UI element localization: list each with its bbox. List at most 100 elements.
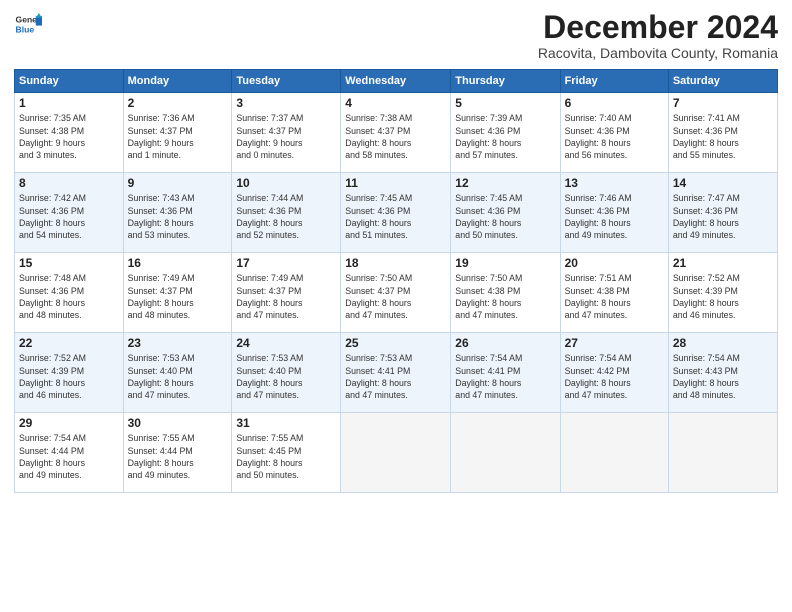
calendar-cell: 11 Sunrise: 7:45 AMSunset: 4:36 PMDayligh…: [341, 173, 451, 253]
day-info: Sunrise: 7:37 AMSunset: 4:37 PMDaylight:…: [236, 112, 336, 161]
calendar-cell: [451, 413, 560, 493]
calendar-cell: 4Sunrise: 7:38 AMSunset: 4:37 PMDaylight…: [341, 93, 451, 173]
day-number: 30: [128, 416, 228, 430]
day-number: 11: [345, 176, 446, 190]
day-number: 9: [128, 176, 228, 190]
calendar-body: 1 Sunrise: 7:35 AMSunset: 4:38 PMDaylight…: [15, 93, 778, 493]
calendar-cell: 13 Sunrise: 7:46 AMSunset: 4:36 PMDayligh…: [560, 173, 668, 253]
calendar-cell: 22 Sunrise: 7:52 AMSunset: 4:39 PMDayligh…: [15, 333, 124, 413]
day-number: 29: [19, 416, 119, 430]
calendar-table: Sunday Monday Tuesday Wednesday Thursday…: [14, 69, 778, 493]
calendar-row: 22 Sunrise: 7:52 AMSunset: 4:39 PMDayligh…: [15, 333, 778, 413]
day-info: Sunrise: 7:36 AMSunset: 4:37 PMDaylight:…: [128, 112, 228, 161]
calendar-header-row: Sunday Monday Tuesday Wednesday Thursday…: [15, 70, 778, 93]
day-number: 16: [128, 256, 228, 270]
day-number: 19: [455, 256, 555, 270]
day-info: Sunrise: 7:54 AMSunset: 4:41 PMDaylight:…: [455, 352, 555, 401]
calendar-cell: 3Sunrise: 7:37 AMSunset: 4:37 PMDaylight…: [232, 93, 341, 173]
day-info: Sunrise: 7:52 AMSunset: 4:39 PMDaylight:…: [19, 352, 119, 401]
day-number: 26: [455, 336, 555, 350]
logo-icon: General Blue: [14, 10, 42, 38]
col-thursday: Thursday: [451, 70, 560, 93]
day-info: Sunrise: 7:47 AMSunset: 4:36 PMDaylight:…: [673, 192, 773, 241]
col-friday: Friday: [560, 70, 668, 93]
day-info: Sunrise: 7:53 AMSunset: 4:40 PMDaylight:…: [128, 352, 228, 401]
day-number: 1: [19, 96, 119, 110]
day-number: 15: [19, 256, 119, 270]
day-info: Sunrise: 7:55 AMSunset: 4:44 PMDaylight:…: [128, 432, 228, 481]
day-info: Sunrise: 7:40 AMSunset: 4:36 PMDaylight:…: [565, 112, 664, 161]
day-info: Sunrise: 7:53 AMSunset: 4:40 PMDaylight:…: [236, 352, 336, 401]
day-info: Sunrise: 7:35 AMSunset: 4:38 PMDaylight:…: [19, 112, 119, 161]
calendar-cell: [560, 413, 668, 493]
day-info: Sunrise: 7:53 AMSunset: 4:41 PMDaylight:…: [345, 352, 446, 401]
day-number: 25: [345, 336, 446, 350]
calendar-row: 15Sunrise: 7:48 AMSunset: 4:36 PMDayligh…: [15, 253, 778, 333]
day-info: Sunrise: 7:45 AMSunset: 4:36 PMDaylight:…: [345, 192, 446, 241]
calendar-row: 1 Sunrise: 7:35 AMSunset: 4:38 PMDaylight…: [15, 93, 778, 173]
calendar-cell: 18 Sunrise: 7:50 AMSunset: 4:37 PMDayligh…: [341, 253, 451, 333]
day-number: 2: [128, 96, 228, 110]
day-info: Sunrise: 7:46 AMSunset: 4:36 PMDaylight:…: [565, 192, 664, 241]
day-info: Sunrise: 7:54 AMSunset: 4:42 PMDaylight:…: [565, 352, 664, 401]
col-sunday: Sunday: [15, 70, 124, 93]
day-number: 20: [565, 256, 664, 270]
calendar-cell: 24 Sunrise: 7:53 AMSunset: 4:40 PMDayligh…: [232, 333, 341, 413]
day-number: 23: [128, 336, 228, 350]
calendar-cell: 9 Sunrise: 7:43 AMSunset: 4:36 PMDaylight…: [123, 173, 232, 253]
calendar-cell: 10 Sunrise: 7:44 AMSunset: 4:36 PMDayligh…: [232, 173, 341, 253]
day-info: Sunrise: 7:39 AMSunset: 4:36 PMDaylight:…: [455, 112, 555, 161]
day-number: 18: [345, 256, 446, 270]
day-info: Sunrise: 7:43 AMSunset: 4:36 PMDaylight:…: [128, 192, 228, 241]
month-title: December 2024: [538, 10, 778, 45]
page-header: General Blue December 2024 Racovita, Dam…: [14, 10, 778, 61]
calendar-cell: 20 Sunrise: 7:51 AMSunset: 4:38 PMDayligh…: [560, 253, 668, 333]
calendar-cell: 6 Sunrise: 7:40 AMSunset: 4:36 PMDaylight…: [560, 93, 668, 173]
col-wednesday: Wednesday: [341, 70, 451, 93]
day-number: 8: [19, 176, 119, 190]
calendar-cell: 19 Sunrise: 7:50 AMSunset: 4:38 PMDayligh…: [451, 253, 560, 333]
calendar-cell: 31Sunrise: 7:55 AMSunset: 4:45 PMDayligh…: [232, 413, 341, 493]
day-info: Sunrise: 7:41 AMSunset: 4:36 PMDaylight:…: [673, 112, 773, 161]
calendar-cell: 14 Sunrise: 7:47 AMSunset: 4:36 PMDayligh…: [668, 173, 777, 253]
day-info: Sunrise: 7:49 AMSunset: 4:37 PMDaylight:…: [128, 272, 228, 321]
logo: General Blue: [14, 10, 46, 38]
day-info: Sunrise: 7:44 AMSunset: 4:36 PMDaylight:…: [236, 192, 336, 241]
calendar-cell: 30 Sunrise: 7:55 AMSunset: 4:44 PMDayligh…: [123, 413, 232, 493]
svg-text:Blue: Blue: [16, 25, 35, 35]
day-number: 5: [455, 96, 555, 110]
calendar-cell: 8Sunrise: 7:42 AMSunset: 4:36 PMDaylight…: [15, 173, 124, 253]
day-number: 14: [673, 176, 773, 190]
calendar-row: 8Sunrise: 7:42 AMSunset: 4:36 PMDaylight…: [15, 173, 778, 253]
calendar-cell: 15Sunrise: 7:48 AMSunset: 4:36 PMDayligh…: [15, 253, 124, 333]
day-info: Sunrise: 7:54 AMSunset: 4:43 PMDaylight:…: [673, 352, 773, 401]
calendar-cell: 12Sunrise: 7:45 AMSunset: 4:36 PMDayligh…: [451, 173, 560, 253]
calendar-cell: 5 Sunrise: 7:39 AMSunset: 4:36 PMDaylight…: [451, 93, 560, 173]
calendar-cell: 26 Sunrise: 7:54 AMSunset: 4:41 PMDayligh…: [451, 333, 560, 413]
day-number: 27: [565, 336, 664, 350]
day-number: 6: [565, 96, 664, 110]
day-info: Sunrise: 7:51 AMSunset: 4:38 PMDaylight:…: [565, 272, 664, 321]
day-number: 22: [19, 336, 119, 350]
day-number: 7: [673, 96, 773, 110]
calendar-cell: 1 Sunrise: 7:35 AMSunset: 4:38 PMDaylight…: [15, 93, 124, 173]
day-number: 10: [236, 176, 336, 190]
calendar-cell: 2 Sunrise: 7:36 AMSunset: 4:37 PMDaylight…: [123, 93, 232, 173]
calendar-cell: 27 Sunrise: 7:54 AMSunset: 4:42 PMDayligh…: [560, 333, 668, 413]
day-info: Sunrise: 7:50 AMSunset: 4:38 PMDaylight:…: [455, 272, 555, 321]
day-number: 28: [673, 336, 773, 350]
day-number: 13: [565, 176, 664, 190]
calendar-cell: 7 Sunrise: 7:41 AMSunset: 4:36 PMDaylight…: [668, 93, 777, 173]
calendar-row: 29Sunrise: 7:54 AMSunset: 4:44 PMDayligh…: [15, 413, 778, 493]
day-number: 24: [236, 336, 336, 350]
calendar-cell: 16 Sunrise: 7:49 AMSunset: 4:37 PMDayligh…: [123, 253, 232, 333]
calendar-cell: 28 Sunrise: 7:54 AMSunset: 4:43 PMDayligh…: [668, 333, 777, 413]
calendar-cell: 23 Sunrise: 7:53 AMSunset: 4:40 PMDayligh…: [123, 333, 232, 413]
calendar-cell: 17Sunrise: 7:49 AMSunset: 4:37 PMDayligh…: [232, 253, 341, 333]
day-info: Sunrise: 7:50 AMSunset: 4:37 PMDaylight:…: [345, 272, 446, 321]
day-number: 4: [345, 96, 446, 110]
day-number: 31: [236, 416, 336, 430]
title-block: December 2024 Racovita, Dambovita County…: [538, 10, 778, 61]
calendar-cell: 29Sunrise: 7:54 AMSunset: 4:44 PMDayligh…: [15, 413, 124, 493]
page-container: General Blue December 2024 Racovita, Dam…: [0, 0, 792, 612]
